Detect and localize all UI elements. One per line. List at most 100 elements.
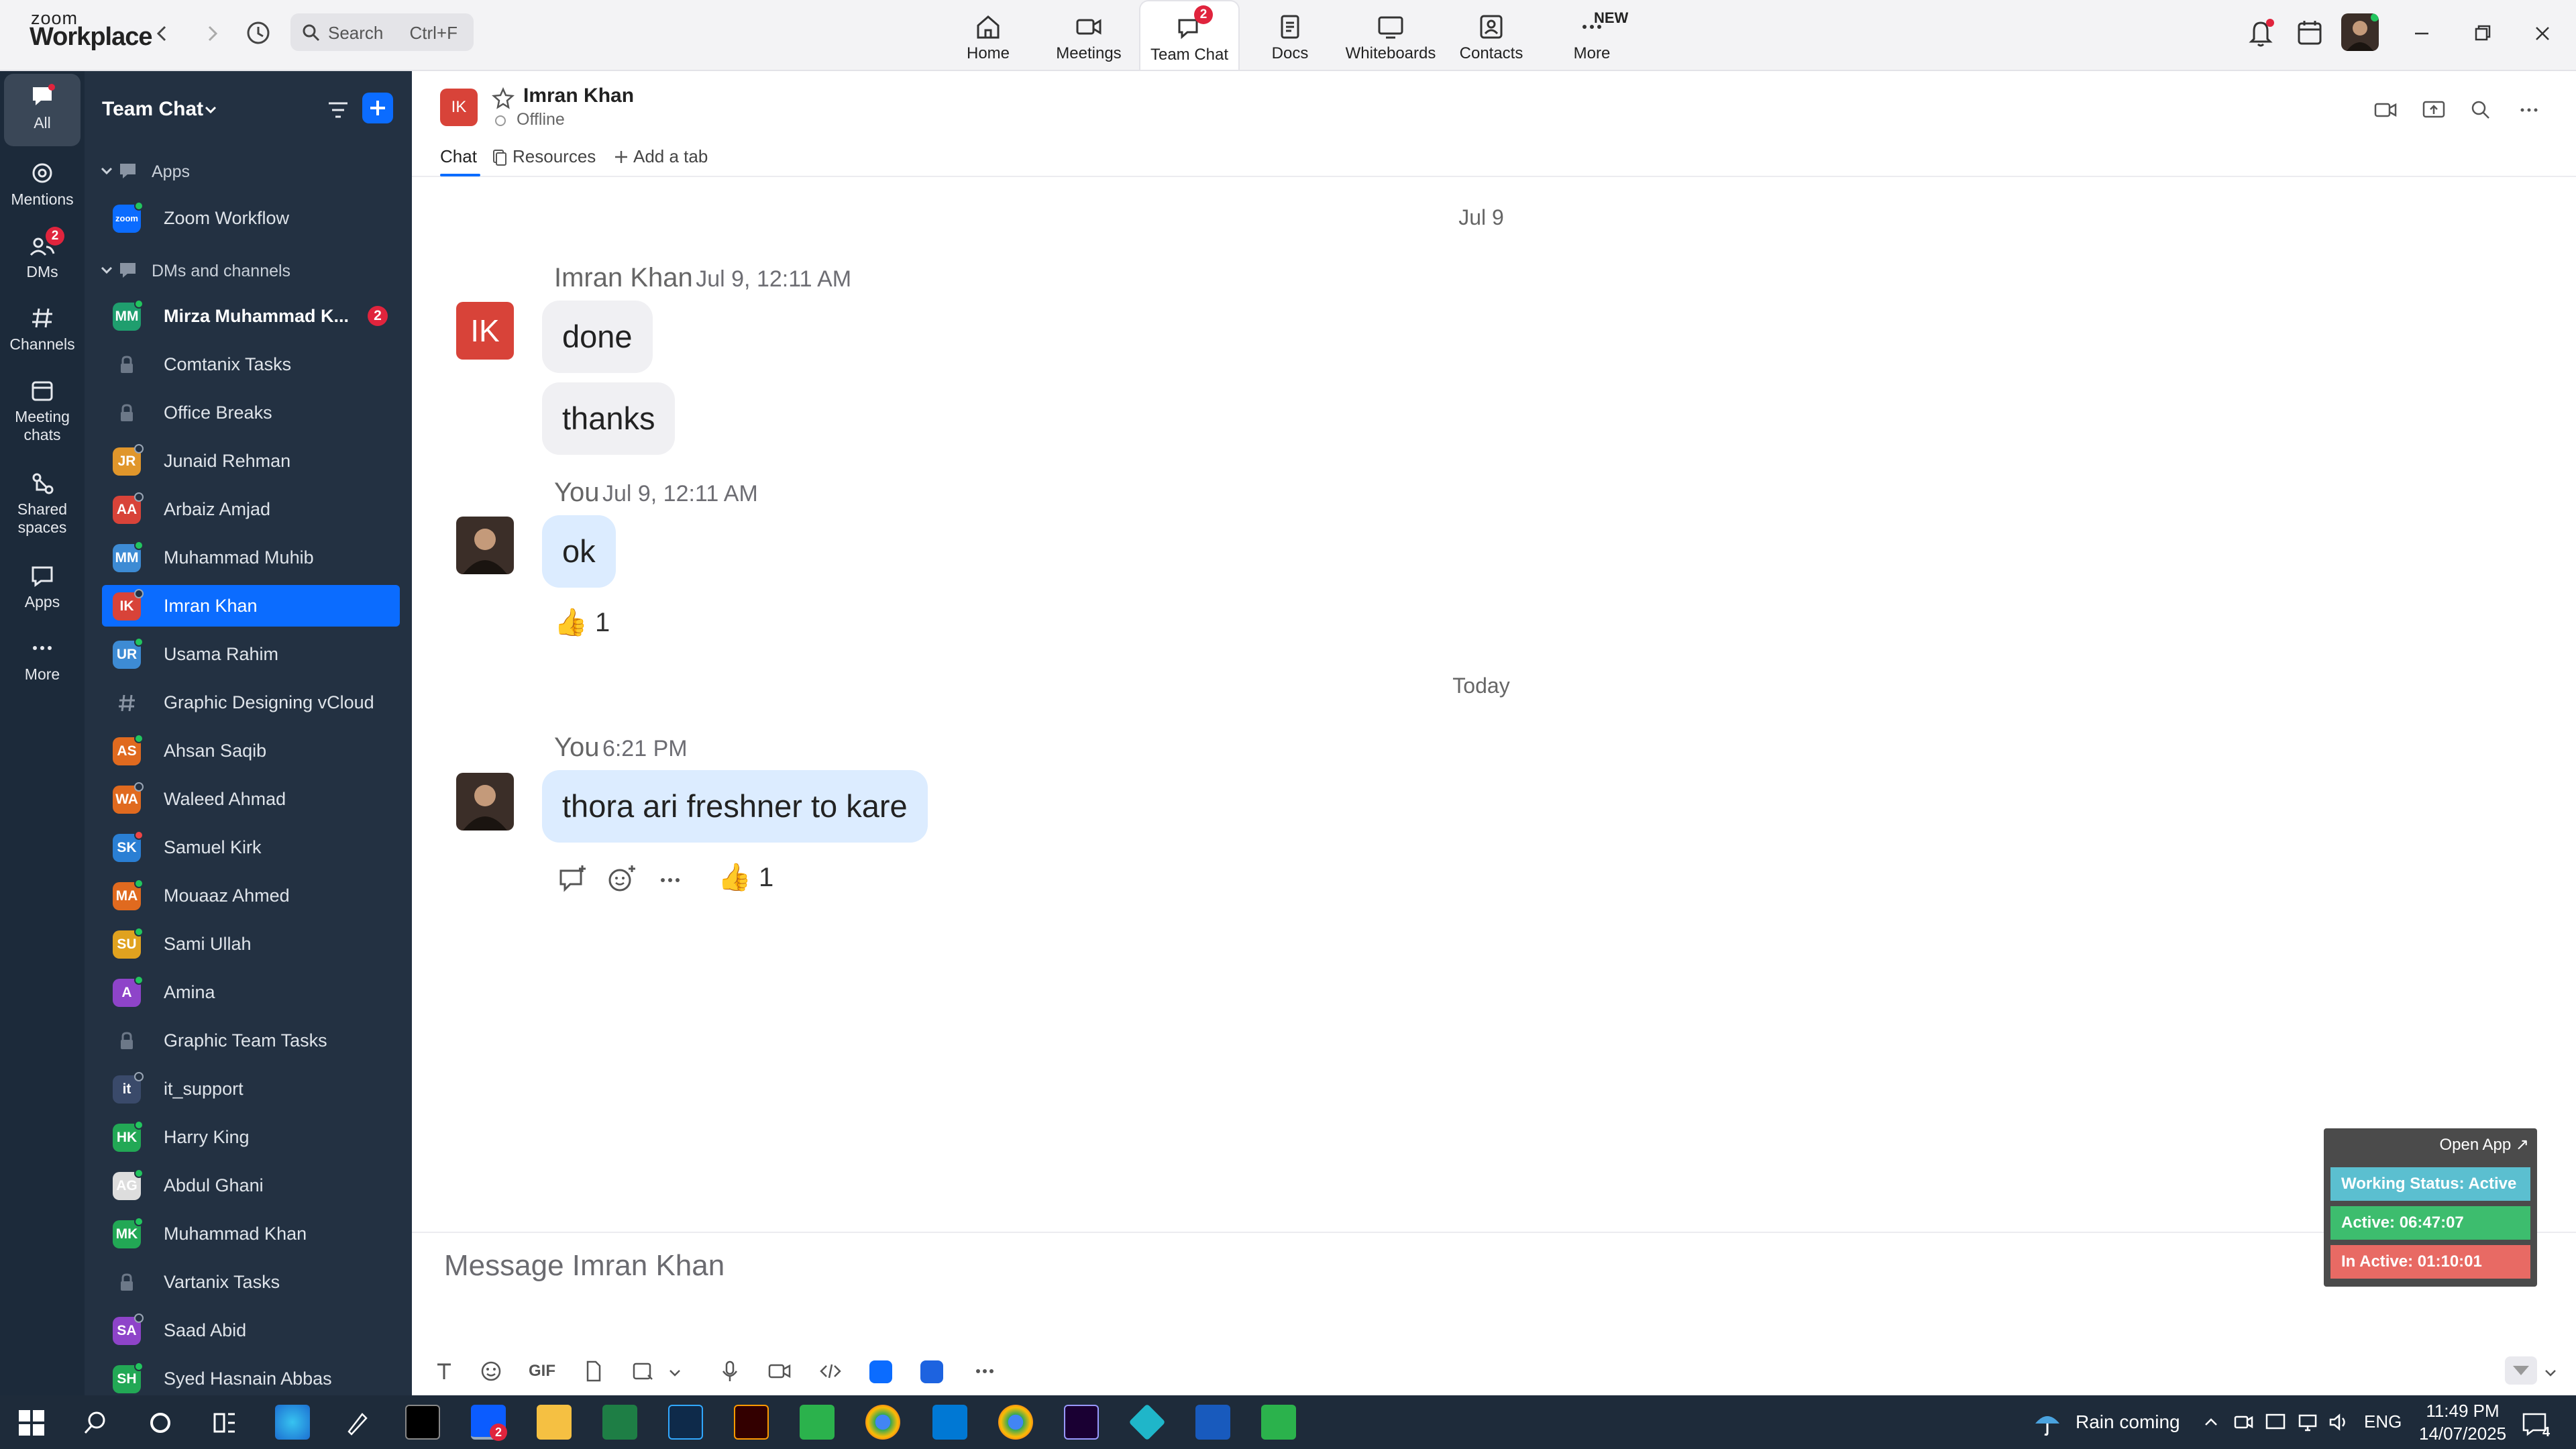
rail-shared-spaces[interactable]: Shared spaces (0, 460, 85, 546)
message-bubble[interactable]: thora ari freshner to kare (542, 770, 928, 843)
apps-section-chevron-icon[interactable] (99, 164, 114, 178)
rail-dms[interactable]: 2 DMs (0, 223, 85, 295)
tab-more[interactable]: NEW More (1542, 0, 1642, 70)
more-options-icon[interactable] (2516, 97, 2542, 123)
message-bubble[interactable]: thanks (542, 382, 676, 455)
search-icon[interactable] (2467, 97, 2494, 123)
chevron-down-icon[interactable] (203, 102, 219, 118)
video-message-icon[interactable] (766, 1358, 793, 1385)
code-icon[interactable] (817, 1358, 844, 1385)
chevron-down-icon[interactable] (667, 1364, 683, 1381)
message-bubble[interactable]: done (542, 301, 653, 373)
chevron-down-icon[interactable] (2542, 1364, 2559, 1381)
sidebar-item[interactable]: it it_support (102, 1068, 400, 1110)
chat-header-name[interactable]: Imran Khan (523, 85, 634, 107)
tab-meetings[interactable]: Meetings (1038, 0, 1139, 70)
diamond-app-icon[interactable] (1128, 1403, 1166, 1441)
reaction[interactable]: 👍 1 (554, 606, 610, 638)
app-shortcut-icon[interactable] (869, 1360, 892, 1383)
tab-docs[interactable]: Docs (1240, 0, 1340, 70)
tray-camera-icon[interactable] (2231, 1410, 2255, 1434)
clock-date[interactable]: 14/07/2025 (2419, 1424, 2506, 1444)
language-indicator[interactable]: ENG (2364, 1411, 2402, 1432)
sidebar-item[interactable]: MK Muhammad Khan (102, 1213, 400, 1254)
sidebar-item[interactable]: JR Junaid Rehman (102, 440, 400, 482)
gif-button[interactable]: GIF (529, 1362, 555, 1381)
sidebar-item[interactable]: UR Usama Rahim (102, 633, 400, 675)
add-reaction-icon[interactable] (605, 863, 639, 896)
text-format-icon[interactable] (431, 1358, 458, 1385)
sidebar-item[interactable]: IK Imran Khan (102, 585, 400, 627)
whiteboard-shortcut-icon[interactable] (920, 1360, 943, 1383)
star-icon[interactable] (491, 86, 515, 110)
search-input[interactable]: Search Ctrl+F (290, 13, 474, 51)
task-view-icon[interactable] (211, 1409, 239, 1437)
sidebar-item[interactable]: MM Muhammad Muhib (102, 537, 400, 578)
send-button[interactable] (2505, 1356, 2537, 1385)
tab-add[interactable]: Add a tab (633, 146, 708, 167)
minimize-icon[interactable] (2408, 20, 2435, 47)
edge-icon[interactable] (275, 1405, 310, 1440)
tab-resources[interactable]: Resources (513, 146, 596, 167)
open-app-link[interactable]: Open App ↗ (2439, 1135, 2529, 1155)
tab-home[interactable]: Home (938, 0, 1038, 70)
sidebar-item[interactable]: A Amina (102, 971, 400, 1013)
cortana-icon[interactable] (146, 1409, 174, 1437)
sidebar-item[interactable]: SH Syed Hasnain Abbas (102, 1358, 400, 1399)
my-avatar[interactable] (456, 773, 514, 830)
tray-chevron-up-icon[interactable] (2200, 1411, 2222, 1433)
weather-text[interactable]: Rain coming (2076, 1411, 2180, 1433)
sender-avatar[interactable]: IK (456, 302, 514, 360)
dms-section-chevron-icon[interactable] (99, 263, 114, 278)
video-call-icon[interactable] (2372, 97, 2399, 123)
emoji-icon[interactable] (478, 1358, 504, 1385)
excel-icon[interactable] (602, 1405, 637, 1440)
message-more-icon[interactable] (653, 863, 687, 896)
sidebar-item[interactable]: SU Sami Ullah (102, 923, 400, 965)
sidebar-item[interactable]: HK Harry King (102, 1116, 400, 1158)
sidebar-item[interactable]: SK Samuel Kirk (102, 826, 400, 868)
terminal-icon[interactable] (405, 1405, 440, 1440)
clock-time[interactable]: 11:49 PM (2419, 1401, 2506, 1421)
sidebar-item[interactable]: Graphic Team Tasks (102, 1020, 400, 1061)
vscode-icon[interactable] (932, 1405, 967, 1440)
volume-icon[interactable] (2326, 1410, 2351, 1434)
tray-network-icon[interactable] (2296, 1410, 2320, 1434)
file-icon[interactable] (580, 1358, 606, 1385)
sidebar-item[interactable]: AG Abdul Ghani (102, 1165, 400, 1206)
sidebar-item[interactable]: WA Waleed Ahmad (102, 778, 400, 820)
tab-whiteboards[interactable]: Whiteboards (1340, 0, 1441, 70)
maximize-icon[interactable] (2469, 20, 2496, 47)
notifications-icon[interactable] (2245, 16, 2277, 50)
word-icon[interactable] (1195, 1405, 1230, 1440)
user-avatar[interactable] (2341, 13, 2379, 51)
rail-channels[interactable]: Channels (0, 295, 85, 368)
rail-meeting-chats[interactable]: Meeting chats (0, 368, 85, 453)
message-input[interactable]: Message Imran Khan (444, 1249, 724, 1283)
rail-more[interactable]: More (0, 625, 85, 698)
windows-start-icon[interactable] (17, 1409, 46, 1437)
sidebar-item[interactable]: Office Breaks (102, 392, 400, 433)
calendar-icon[interactable] (2294, 17, 2325, 48)
forward-arrow-icon[interactable] (199, 17, 225, 50)
photoshop-icon[interactable] (668, 1405, 703, 1440)
sidebar-item[interactable]: AA Arbaiz Amjad (102, 488, 400, 530)
composer-more-icon[interactable] (971, 1358, 998, 1385)
reply-icon[interactable] (555, 863, 589, 896)
rail-apps[interactable]: Apps (0, 553, 85, 625)
microphone-icon[interactable] (716, 1358, 743, 1385)
search-icon[interactable] (82, 1409, 110, 1437)
illustrator-icon[interactable] (734, 1405, 769, 1440)
screenshot-icon[interactable] (629, 1358, 656, 1385)
share-screen-icon[interactable] (2420, 97, 2447, 123)
rail-mentions[interactable]: Mentions (0, 150, 85, 223)
sidebar-title[interactable]: Team Chat (102, 98, 203, 121)
green-app-icon[interactable] (800, 1405, 835, 1440)
chrome-profile-icon[interactable] (998, 1405, 1033, 1440)
zoom-taskbar-icon[interactable]: 2 (471, 1405, 507, 1441)
premiere-icon[interactable] (1064, 1405, 1099, 1440)
sidebar-item[interactable]: MM Mirza Muhammad K... 2 (102, 295, 400, 337)
file-explorer-icon[interactable] (537, 1405, 572, 1440)
rail-all[interactable]: All (4, 74, 80, 146)
tray-screen-icon[interactable] (2263, 1410, 2288, 1434)
